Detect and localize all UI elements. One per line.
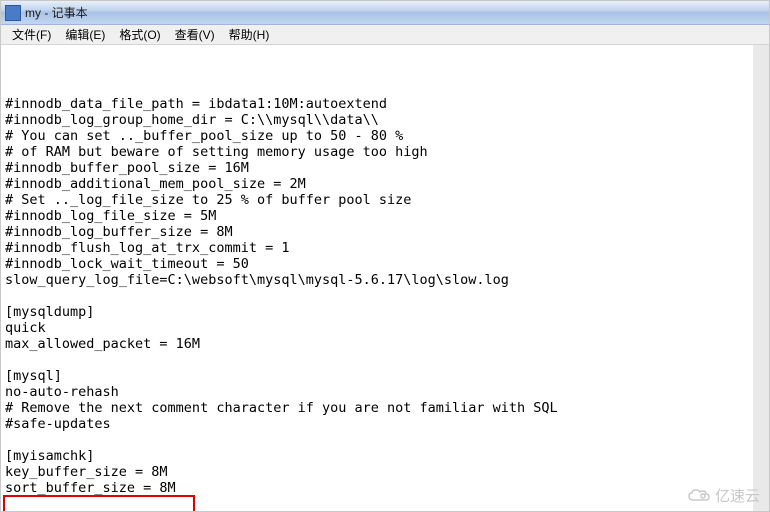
notepad-icon	[5, 5, 21, 21]
text-line: # You can set .._buffer_pool_size up to …	[5, 128, 749, 144]
title-bar[interactable]: my - 记事本	[1, 1, 769, 25]
watermark: 亿速云	[687, 485, 760, 506]
watermark-text: 亿速云	[715, 485, 760, 506]
text-line	[5, 496, 749, 511]
text-line: [mysqldump]	[5, 304, 749, 320]
text-editor[interactable]: #innodb_data_file_path = ibdata1:10M:aut…	[1, 45, 769, 511]
text-line	[5, 352, 749, 368]
text-line: # Remove the next comment character if y…	[5, 400, 749, 416]
text-line: key_buffer_size = 8M	[5, 464, 749, 480]
text-line: #innodb_additional_mem_pool_size = 2M	[5, 176, 749, 192]
text-line: #innodb_data_file_path = ibdata1:10M:aut…	[5, 96, 749, 112]
text-line: slow_query_log_file=C:\websoft\mysql\mys…	[5, 272, 749, 288]
text-line: [mysql]	[5, 368, 749, 384]
text-line: no-auto-rehash	[5, 384, 749, 400]
notepad-window: my - 记事本 文件(F) 编辑(E) 格式(O) 查看(V) 帮助(H) #…	[0, 0, 770, 512]
menu-edit[interactable]: 编辑(E)	[58, 24, 112, 45]
text-line	[5, 288, 749, 304]
text-line: # of RAM but beware of setting memory us…	[5, 144, 749, 160]
text-line: #innodb_log_buffer_size = 8M	[5, 224, 749, 240]
menu-help[interactable]: 帮助(H)	[222, 24, 277, 45]
menu-format[interactable]: 格式(O)	[112, 24, 167, 45]
text-line: #innodb_log_group_home_dir = C:\\mysql\\…	[5, 112, 749, 128]
text-line: [myisamchk]	[5, 448, 749, 464]
menu-file[interactable]: 文件(F)	[5, 24, 58, 45]
menu-view[interactable]: 查看(V)	[168, 24, 222, 45]
text-line: max_allowed_packet = 16M	[5, 336, 749, 352]
text-line: #innodb_lock_wait_timeout = 50	[5, 256, 749, 272]
text-line: quick	[5, 320, 749, 336]
text-line: sort_buffer_size = 8M	[5, 480, 749, 496]
text-line: #innodb_log_file_size = 5M	[5, 208, 749, 224]
text-line: #innodb_flush_log_at_trx_commit = 1	[5, 240, 749, 256]
text-line: #innodb_buffer_pool_size = 16M	[5, 160, 749, 176]
title-text: my - 记事本	[25, 4, 88, 21]
cloud-icon	[687, 488, 711, 504]
text-line: #safe-updates	[5, 416, 749, 432]
text-line: # Set .._log_file_size to 25 % of buffer…	[5, 192, 749, 208]
text-line	[5, 432, 749, 448]
menu-bar: 文件(F) 编辑(E) 格式(O) 查看(V) 帮助(H)	[1, 25, 769, 45]
